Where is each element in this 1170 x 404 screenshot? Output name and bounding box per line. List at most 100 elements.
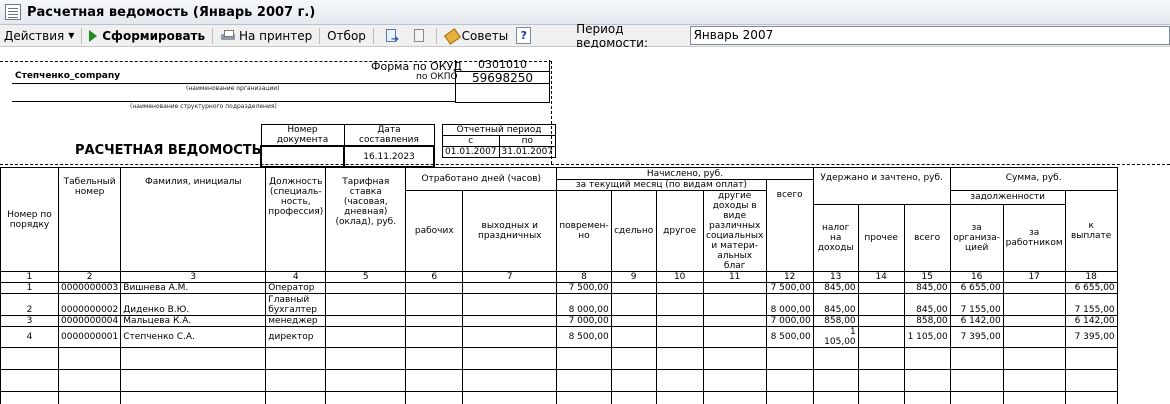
- row-time-based: 8 000,00: [556, 293, 612, 316]
- col-number: 11: [702, 271, 767, 283]
- reporting-period-table: Отчетный период с по 01.01.2007 31.01.20…: [441, 124, 557, 158]
- column-numbers-row: 1 2 3 4 5 6 7 8 9 10 11 12 13 14 15 16 1…: [0, 271, 1118, 283]
- row-withheld-total: 858,00: [903, 315, 951, 327]
- generate-label: Сформировать: [102, 28, 206, 43]
- payroll-table: Номер по порядку Табельный номер Фамилия…: [0, 167, 1118, 404]
- copy-button[interactable]: [405, 26, 433, 46]
- row-total: 8 000,00: [765, 293, 814, 316]
- export-button[interactable]: ➜: [377, 26, 405, 46]
- row-position: менеджер: [265, 315, 327, 327]
- col-amount-header: Сумма, руб.: [949, 167, 1118, 191]
- row-org-debt: 6 142,00: [949, 315, 1004, 327]
- row-to-pay: 7 155,00: [1064, 293, 1118, 316]
- period-input[interactable]: Январь 2007: [689, 26, 1170, 45]
- col-number: 8: [556, 271, 612, 283]
- row-time-based: 7 000,00: [556, 315, 612, 327]
- window-title: Расчетная ведомость (Январь 2007 г.): [27, 4, 316, 20]
- filter-button[interactable]: Отбор: [323, 26, 370, 46]
- row-income-tax: 845,00: [812, 293, 859, 316]
- copy-document-icon: [411, 28, 427, 44]
- report-title: РАСЧЕТНАЯ ВЕДОМОСТЬ: [75, 143, 262, 158]
- row-rate: [325, 315, 407, 327]
- row-withheld-total: 845,00: [903, 293, 951, 316]
- row-total: 7 500,00: [765, 282, 814, 294]
- col-number: 18: [1064, 271, 1118, 283]
- tips-icon: [444, 28, 460, 44]
- toolbar-separator: [212, 27, 213, 44]
- row-worked: [405, 326, 464, 348]
- row-org-debt: 6 655,00: [949, 282, 1004, 294]
- toolbar-separator: [435, 27, 437, 44]
- document-info-table: Номер документа Дата составления 16.11.2…: [260, 124, 435, 168]
- col-position-header: Должность (специаль-ность, профессия): [265, 167, 327, 272]
- row-withheld-total: 1 105,00: [903, 326, 951, 348]
- row-holidays: [462, 315, 558, 327]
- col-other-header: другое: [655, 190, 704, 272]
- table-row[interactable]: 4 0000000001 Степченко С.А. директор 8 5…: [0, 326, 1118, 348]
- col-worked-work-header: рабочих: [405, 190, 464, 272]
- row-emp-debt: [1002, 282, 1066, 294]
- row-tab-number: 0000000004: [57, 315, 122, 327]
- row-piece: [610, 326, 657, 348]
- empty-row: [0, 347, 1118, 370]
- table-row[interactable]: 3 0000000004 Мальцева К.А. менеджер 7 00…: [0, 315, 1118, 327]
- row-org-debt: 7 155,00: [949, 293, 1004, 316]
- row-num: 3: [0, 315, 59, 327]
- col-number: 5: [325, 271, 407, 283]
- division-caption: (наименование структурного подразделения…: [130, 103, 277, 110]
- report-sheet: Форма по ОКУД 0301010 по ОКПО 59698250 С…: [0, 48, 1170, 404]
- col-withheld-header: Удержано и зачтено, руб.: [812, 167, 951, 205]
- row-name: Диденко В.Ю.: [120, 293, 267, 316]
- actions-menu-button[interactable]: Действия ▼: [0, 26, 78, 46]
- col-to-pay-header: к выплате: [1064, 190, 1118, 272]
- col-piece-header: сдельно: [610, 190, 657, 272]
- period-header: Отчетный период: [441, 124, 557, 136]
- col-number: 13: [812, 271, 859, 283]
- row-total: 7 000,00: [765, 315, 814, 327]
- division-underline: [12, 101, 455, 102]
- col-accrued-current-header: за текущий месяц (по видам оплат): [556, 179, 767, 191]
- col-worked-header: Отработано дней (часов): [405, 167, 558, 191]
- organization-underline: [12, 83, 455, 84]
- row-position: Оператор: [265, 282, 327, 294]
- row-income-tax: 1 105,00: [812, 326, 859, 348]
- toolbar-separator: [81, 27, 83, 44]
- row-to-pay: 6 142,00: [1064, 315, 1118, 327]
- col-other-income-header: другие доходы в виде различных социальны…: [702, 190, 767, 272]
- organization-name: Степченко_company: [15, 71, 121, 81]
- table-row[interactable]: 2 0000000002 Диденко В.Ю. Главный бухгалт…: [0, 293, 1118, 316]
- row-other-withheld: [857, 326, 905, 348]
- print-button[interactable]: На принтер: [216, 26, 316, 46]
- row-piece: [610, 293, 657, 316]
- col-withheld-total-header: всего: [903, 203, 951, 272]
- document-icon: [5, 4, 21, 20]
- empty-row: [0, 369, 1118, 392]
- row-tab-number: 0000000002: [57, 293, 122, 316]
- col-number: 10: [655, 271, 704, 283]
- col-accrued-header: Начислено, руб.: [556, 167, 814, 180]
- row-other-income: [702, 315, 767, 327]
- row-emp-debt: [1002, 315, 1066, 327]
- help-button[interactable]: ?: [516, 27, 532, 44]
- table-row[interactable]: 1 0000000003 Вишнева А.М. Оператор 7 500…: [0, 282, 1118, 294]
- row-income-tax: 858,00: [812, 315, 859, 327]
- period-label: Период ведомости:: [576, 21, 649, 50]
- col-income-tax-header: налог на доходы: [812, 203, 859, 272]
- row-num: 1: [0, 282, 59, 294]
- organization-caption: (наименование организации): [186, 85, 280, 92]
- export-document-icon: ➜: [383, 28, 399, 45]
- generate-button[interactable]: Сформировать: [85, 26, 209, 46]
- col-number: 7: [462, 271, 558, 283]
- row-position: директор: [265, 326, 327, 348]
- actions-label: Действия: [4, 28, 65, 43]
- toolbar-separator: [372, 27, 374, 44]
- col-number: 16: [949, 271, 1004, 283]
- row-name: Степченко С.А.: [120, 326, 267, 348]
- toolbar-separator: [319, 27, 321, 44]
- col-number: 14: [857, 271, 905, 283]
- col-number: 1: [0, 271, 59, 283]
- doc-date-header: Дата составления: [343, 124, 435, 147]
- tips-button[interactable]: Советы: [440, 26, 513, 46]
- row-other: [655, 326, 704, 348]
- row-worked: [405, 282, 464, 294]
